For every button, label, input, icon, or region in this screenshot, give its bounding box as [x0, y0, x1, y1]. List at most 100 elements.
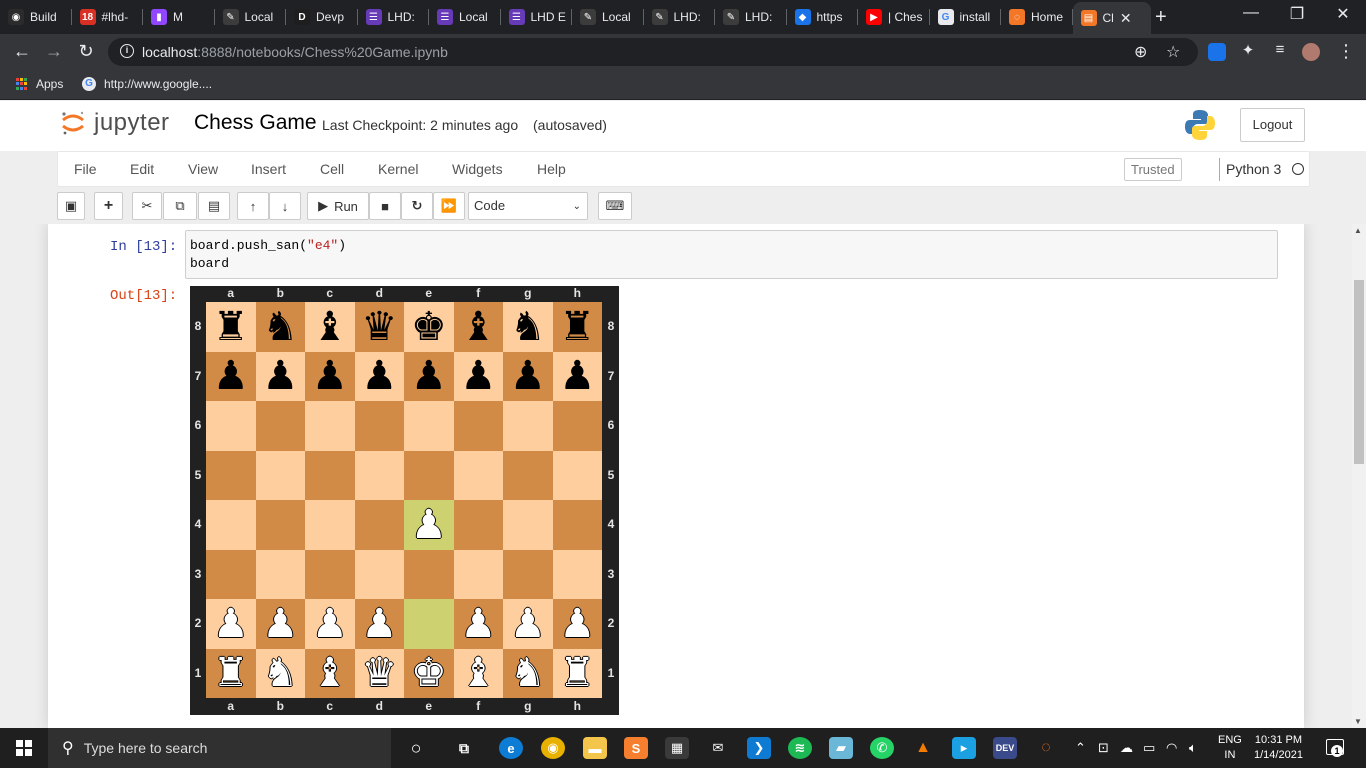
zoom-icon[interactable]: ⊕ — [1134, 42, 1147, 62]
square-g4 — [503, 500, 553, 550]
tray-device-icon[interactable]: ⊡ — [1098, 740, 1109, 756]
browser-tab-16[interactable]: ▤ Cl ✕ — [1072, 2, 1151, 34]
move-up-button[interactable]: ↑ — [237, 192, 269, 220]
input-language[interactable]: ENG IN — [1218, 733, 1242, 763]
onedrive-icon[interactable]: ☁ — [1120, 740, 1133, 756]
dev-icon[interactable]: DEV — [993, 737, 1017, 759]
menu-edit[interactable]: Edit — [130, 161, 154, 177]
forward-icon[interactable]: → — [42, 41, 66, 62]
menu-kernel[interactable]: Kernel — [378, 161, 418, 177]
browser-tab-13[interactable]: ▶ | Ches — [858, 4, 930, 30]
chrome-icon[interactable]: ◉ — [541, 737, 565, 759]
site-info-icon[interactable]: i — [120, 44, 134, 58]
code-cell-editor[interactable]: board.push_san("e4") board — [185, 230, 1278, 279]
trusted-badge[interactable]: Trusted — [1124, 158, 1182, 181]
windows-start-icon[interactable] — [16, 740, 32, 756]
jupyter-taskbar-icon[interactable]: ◌ — [1034, 737, 1058, 759]
rank-label-1-right: 1 — [607, 665, 615, 680]
menu-widgets[interactable]: Widgets — [452, 161, 503, 177]
close-window-button[interactable]: ✕ — [1320, 4, 1366, 24]
screencast-icon[interactable]: ▸ — [952, 737, 976, 759]
spotify-icon[interactable]: ≋ — [788, 737, 812, 759]
browser-tab-4[interactable]: ✎ Local — [215, 4, 286, 30]
bookmark-apps[interactable]: Apps — [16, 77, 63, 91]
move-down-button[interactable]: ↓ — [269, 192, 301, 220]
browser-tab-1[interactable]: ◉ Build — [0, 4, 72, 30]
tray-expand-icon[interactable]: ⌃ — [1075, 740, 1086, 756]
task-view-icon[interactable]: ⧉ — [452, 737, 476, 759]
interrupt-button[interactable]: ■ — [369, 192, 401, 220]
notebook-scrollbar[interactable]: ▲ ▼ — [1352, 224, 1366, 728]
browser-tab-11[interactable]: ✎ LHD: — [715, 4, 787, 30]
notebook-area[interactable]: In [13]: board.push_san("e4") board Out[… — [0, 224, 1352, 728]
browser-tab-12[interactable]: ◆ https — [787, 4, 858, 30]
browser-tab-15[interactable]: ◌ Home — [1001, 4, 1073, 30]
scroll-up-icon[interactable]: ▲ — [1354, 226, 1362, 235]
cell-type-select[interactable]: Code ⌄ — [468, 192, 588, 220]
vscode-icon[interactable]: ❯ — [747, 737, 771, 759]
browser-tab-6[interactable]: ☰ LHD: — [358, 4, 429, 30]
browser-menu-icon[interactable]: ⋮ — [1334, 41, 1358, 62]
restart-run-all-button[interactable]: ⏩ — [433, 192, 465, 220]
back-icon[interactable]: ← — [10, 41, 34, 62]
close-tab-icon[interactable]: ✕ — [1120, 10, 1132, 27]
maximize-button[interactable]: ❐ — [1274, 4, 1320, 24]
jupyter-logo[interactable]: jupyter — [60, 109, 170, 137]
sublime-text-icon[interactable]: S — [624, 737, 648, 759]
jupyter-header: jupyter Chess Game Last Checkpoint: 2 mi… — [0, 101, 1366, 151]
menu-view[interactable]: View — [188, 161, 218, 177]
new-tab-button[interactable]: + — [1155, 6, 1167, 29]
copy-button[interactable]: ⧉ — [163, 192, 197, 220]
restart-button[interactable]: ↻ — [401, 192, 433, 220]
cortana-icon[interactable]: ○ — [404, 737, 428, 759]
notebook-name[interactable]: Chess Game — [194, 111, 317, 135]
store-icon[interactable]: ▦ — [665, 737, 689, 759]
scroll-down-icon[interactable]: ▼ — [1354, 717, 1362, 726]
taskbar-search[interactable]: ⚲ Type here to search — [48, 728, 391, 768]
file-label-g-top: g — [524, 286, 532, 300]
file-explorer-icon[interactable]: ▬ — [583, 737, 607, 759]
youtube-icon: ▶ — [866, 9, 882, 25]
taskbar-clock[interactable]: 10:31 PM 1/14/2021 — [1254, 733, 1303, 763]
profile-avatar[interactable] — [1302, 43, 1320, 61]
scrollbar-thumb[interactable] — [1354, 280, 1364, 464]
extensions-puzzle-icon[interactable]: ✦ — [1236, 41, 1260, 59]
white-pawn-icon: ♟ — [509, 600, 546, 647]
logout-button[interactable]: Logout — [1240, 108, 1305, 142]
bookmark-star-icon[interactable]: ☆ — [1166, 42, 1180, 62]
edge-icon[interactable]: e — [499, 737, 523, 759]
paste-button[interactable]: ▤ — [198, 192, 230, 220]
volume-icon[interactable]: 🔈︎ — [1189, 740, 1197, 756]
media-control-icon[interactable]: ≡ — [1268, 41, 1292, 58]
kernel-name[interactable]: Python 3 — [1226, 161, 1281, 177]
browser-tab-10[interactable]: ✎ LHD: — [644, 4, 715, 30]
wifi-icon[interactable]: ◠ — [1166, 740, 1177, 756]
notes-icon[interactable]: ▰ — [829, 737, 853, 759]
menu-file[interactable]: File — [74, 161, 97, 177]
menu-insert[interactable]: Insert — [251, 161, 286, 177]
whatsapp-icon[interactable]: ✆ — [870, 737, 894, 759]
menu-cell[interactable]: Cell — [320, 161, 344, 177]
address-bar[interactable]: i localhost:8888/notebooks/Chess%20Game.… — [108, 38, 1198, 66]
vlc-icon[interactable]: ▲ — [911, 737, 935, 759]
browser-tab-2[interactable]: 18 #lhd- — [72, 4, 143, 30]
minimize-button[interactable]: — — [1228, 4, 1274, 22]
apps-grid-icon — [16, 78, 28, 90]
bookmark-google[interactable]: G http://www.google.... — [82, 77, 212, 91]
cut-button[interactable]: ✂ — [132, 192, 162, 220]
browser-tab-7[interactable]: ☰ Local — [429, 4, 501, 30]
menu-help[interactable]: Help — [537, 161, 566, 177]
browser-tab-5[interactable]: D Devp — [286, 4, 358, 30]
browser-tab-3[interactable]: ▮ M — [143, 4, 215, 30]
battery-icon[interactable]: ▭ — [1143, 740, 1155, 756]
save-button[interactable]: ▣ — [57, 192, 85, 220]
browser-tab-9[interactable]: ✎ Local — [572, 4, 644, 30]
browser-tab-14[interactable]: Ginstall — [930, 4, 1001, 30]
reload-icon[interactable]: ↻ — [74, 41, 98, 62]
run-button[interactable]: ▶ Run — [307, 192, 369, 220]
browser-tab-8[interactable]: ☰ LHD E — [501, 4, 572, 30]
insert-cell-button[interactable]: + — [94, 192, 123, 220]
mail-icon[interactable]: ✉ — [706, 737, 730, 759]
extension-screencast-icon[interactable] — [1208, 43, 1226, 61]
command-palette-button[interactable]: ⌨ — [598, 192, 632, 220]
